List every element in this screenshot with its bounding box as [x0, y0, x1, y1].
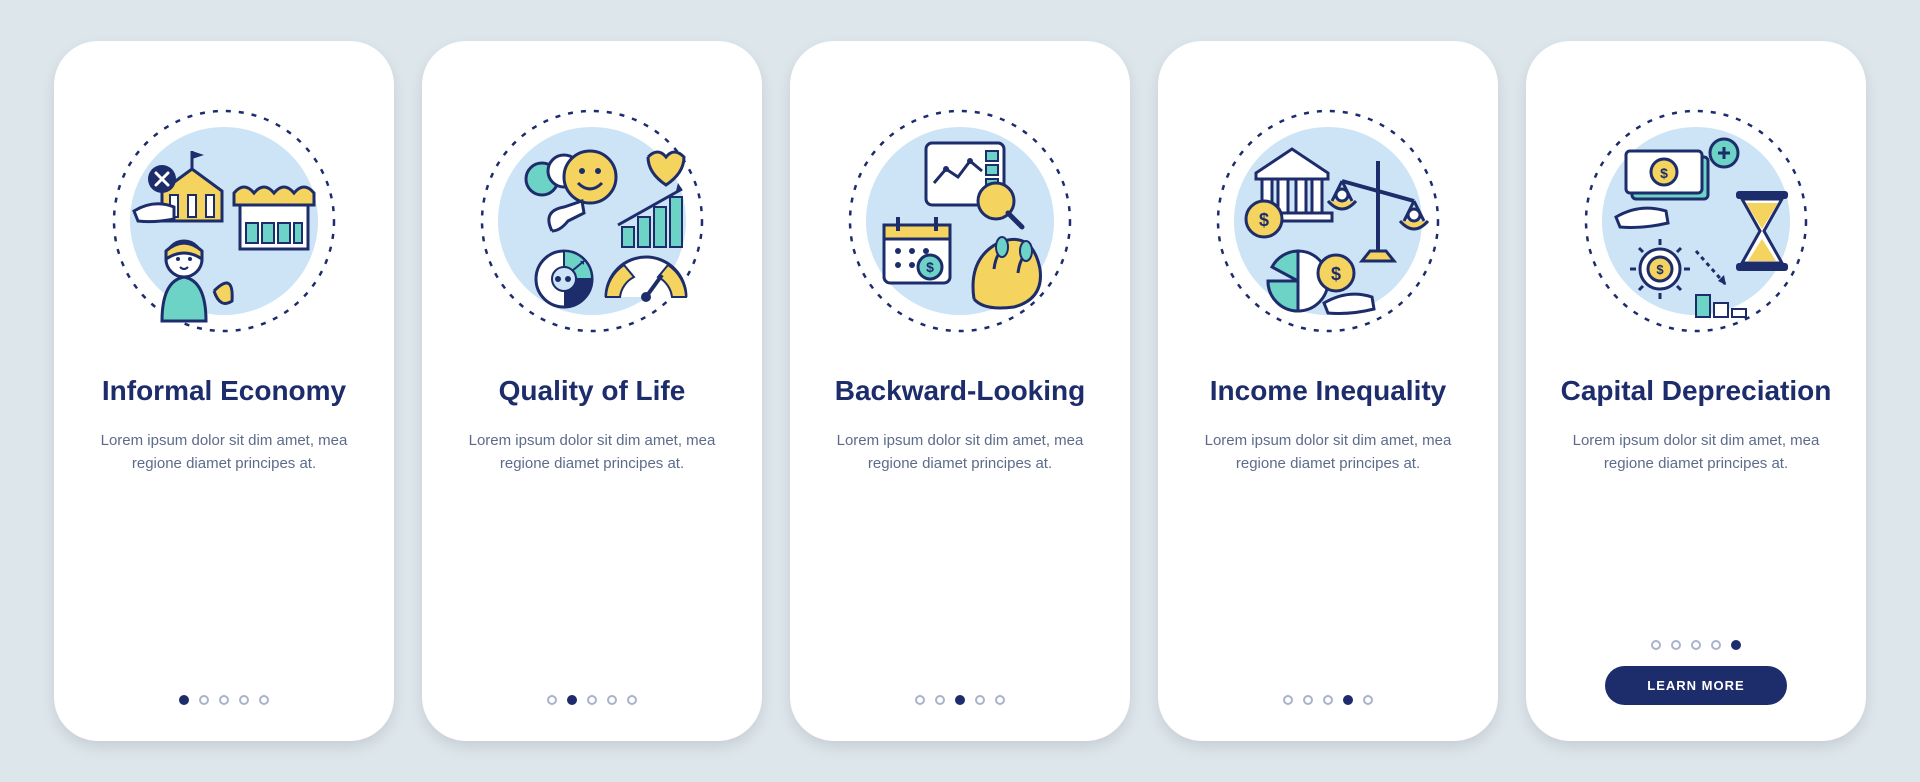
- onboarding-card-quality-of-life: Quality of Life Lorem ipsum dolor sit di…: [422, 41, 762, 741]
- card-desc: Lorem ipsum dolor sit dim amet, mea regi…: [1571, 429, 1821, 476]
- dot-3[interactable]: [587, 695, 597, 705]
- dot-4[interactable]: [1711, 640, 1721, 650]
- onboarding-card-capital-depreciation: $: [1526, 41, 1866, 741]
- dot-3[interactable]: [955, 695, 965, 705]
- dot-2[interactable]: [567, 695, 577, 705]
- pagination-dots: [547, 695, 637, 705]
- dot-4[interactable]: [975, 695, 985, 705]
- onboarding-card-informal-economy: Informal Economy Lorem ipsum dolor sit d…: [54, 41, 394, 741]
- capital-depreciation-icon: $: [1576, 101, 1816, 341]
- dot-3[interactable]: [1323, 695, 1333, 705]
- dot-1[interactable]: [547, 695, 557, 705]
- card-desc: Lorem ipsum dolor sit dim amet, mea regi…: [99, 429, 349, 476]
- pagination-dots: [915, 695, 1005, 705]
- dot-4[interactable]: [1343, 695, 1353, 705]
- dot-1[interactable]: [1283, 695, 1293, 705]
- dot-2[interactable]: [1671, 640, 1681, 650]
- svg-text:$: $: [1259, 210, 1269, 230]
- dot-5[interactable]: [1363, 695, 1373, 705]
- dot-2[interactable]: [1303, 695, 1313, 705]
- card-title: Quality of Life: [499, 375, 686, 407]
- card-desc: Lorem ipsum dolor sit dim amet, mea regi…: [1203, 429, 1453, 476]
- pagination-dots: [179, 695, 269, 705]
- quality-of-life-icon: [472, 101, 712, 341]
- card-title: Income Inequality: [1210, 375, 1447, 407]
- dot-5[interactable]: [995, 695, 1005, 705]
- income-inequality-icon: $ $: [1208, 101, 1448, 341]
- card-title: Backward-Looking: [835, 375, 1085, 407]
- onboarding-card-income-inequality: $ $: [1158, 41, 1498, 741]
- dot-5[interactable]: [259, 695, 269, 705]
- dot-2[interactable]: [199, 695, 209, 705]
- svg-text:$: $: [926, 259, 934, 275]
- dot-3[interactable]: [1691, 640, 1701, 650]
- dot-5[interactable]: [627, 695, 637, 705]
- dot-1[interactable]: [915, 695, 925, 705]
- dot-3[interactable]: [219, 695, 229, 705]
- card-title: Informal Economy: [102, 375, 346, 407]
- dot-1[interactable]: [179, 695, 189, 705]
- card-title: Capital Depreciation: [1561, 375, 1832, 407]
- card-desc: Lorem ipsum dolor sit dim amet, mea regi…: [467, 429, 717, 476]
- pagination-dots: [1651, 640, 1741, 650]
- dot-4[interactable]: [239, 695, 249, 705]
- learn-more-button[interactable]: LEARN MORE: [1605, 666, 1786, 705]
- dot-2[interactable]: [935, 695, 945, 705]
- svg-text:$: $: [1331, 264, 1341, 284]
- dot-1[interactable]: [1651, 640, 1661, 650]
- dot-4[interactable]: [607, 695, 617, 705]
- pagination-dots: [1283, 695, 1373, 705]
- dot-5[interactable]: [1731, 640, 1741, 650]
- onboarding-card-backward-looking: $ Backward-Looking Lorem ipsum dolor sit…: [790, 41, 1130, 741]
- card-desc: Lorem ipsum dolor sit dim amet, mea regi…: [835, 429, 1085, 476]
- backward-looking-icon: $: [840, 101, 1080, 341]
- svg-text:$: $: [1660, 165, 1668, 181]
- svg-text:$: $: [1656, 262, 1664, 277]
- informal-economy-icon: [104, 101, 344, 341]
